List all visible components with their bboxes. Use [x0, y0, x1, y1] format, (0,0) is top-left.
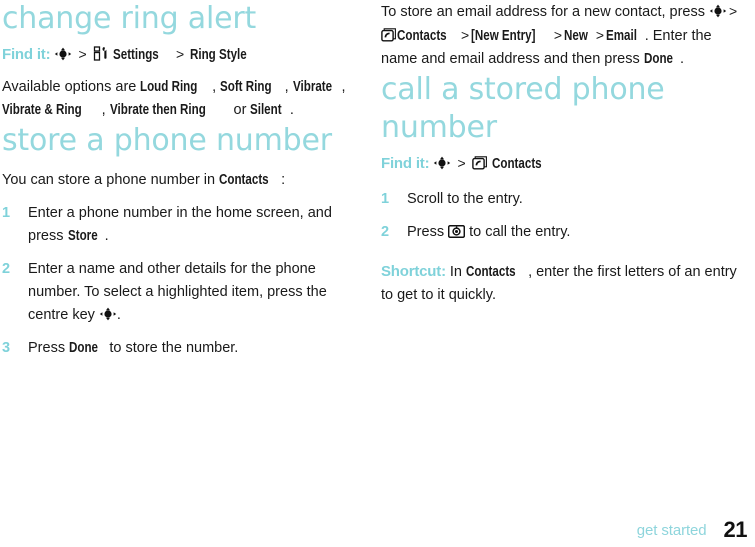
path-item-ring-style: Ring Style	[190, 47, 247, 63]
step-text-part: Enter a name and other details for the p…	[28, 261, 327, 323]
comma: ,	[284, 79, 293, 95]
centre-key-icon	[433, 156, 451, 170]
right-column: To store an email address for a new cont…	[377, 0, 754, 547]
shortcut-label: Shortcut:	[381, 263, 446, 280]
step-text: Enter a phone number in the home screen,…	[28, 202, 355, 248]
shortcut-paragraph: Shortcut: In Contacts, enter the first l…	[381, 260, 746, 307]
option-soft-ring: Soft Ring	[220, 79, 272, 95]
step-text: Enter a name and other details for the p…	[28, 258, 355, 327]
path-separator: >	[461, 27, 470, 43]
step-number: 2	[2, 261, 11, 277]
path-separator: >	[457, 155, 466, 171]
bold-contacts: Contacts	[466, 264, 516, 280]
page-footer: get started 21	[0, 511, 755, 541]
path-item-contacts: Contacts	[491, 156, 542, 172]
path-item-new: New	[564, 28, 588, 44]
path-separator: >	[78, 46, 87, 62]
shortcut-prefix: In	[445, 264, 467, 280]
step-text: Press to call the entry.	[407, 221, 746, 244]
find-it-label: Find it:	[2, 46, 51, 63]
path-separator: >	[175, 46, 185, 62]
comma: ,	[341, 79, 346, 95]
option-vibrate-and-ring: Vibrate & Ring	[2, 102, 82, 118]
step-text: Scroll to the entry.	[407, 191, 523, 207]
option-vibrate-then-ring: Vibrate then Ring	[109, 102, 206, 118]
step-text-part: Press	[28, 340, 70, 356]
store-intro-paragraph: You can store a phone number in Contacts…	[2, 169, 355, 192]
centre-key-icon	[99, 307, 117, 321]
intro-prefix: To store an email address for a new cont…	[381, 4, 710, 20]
email-contact-paragraph: To store an email address for a new cont…	[381, 0, 746, 71]
conjunction: or	[229, 102, 251, 118]
contacts-phone-icon	[381, 28, 397, 42]
list-item: 2 Enter a name and other details for the…	[2, 258, 355, 327]
find-it-ring-style: Find it: > Settings > Ring Style	[2, 45, 355, 65]
page-number: 21	[723, 517, 748, 542]
path-separator: >	[553, 27, 562, 43]
step-text-part: to call the entry.	[465, 224, 571, 240]
intro-suffix: :	[281, 172, 286, 188]
list-item: 2 Press to call the entry.	[381, 221, 746, 244]
step-number: 1	[2, 205, 11, 221]
option-loud-ring: Loud Ring	[140, 79, 198, 95]
comma: ,	[212, 79, 221, 95]
step-number: 3	[2, 340, 11, 356]
heading-store-a-phone-number: store a phone number	[2, 123, 332, 158]
list-item: 1 Enter a phone number in the home scree…	[2, 202, 355, 248]
list-item: 1 Scroll to the entry.	[381, 188, 746, 211]
path-item-new-entry: [New Entry]	[471, 28, 536, 44]
step-text-part: to store the number.	[105, 340, 239, 356]
find-it-label: Find it:	[381, 155, 430, 172]
path-separator: >	[729, 3, 738, 19]
intro-prefix: You can store a phone number in	[2, 172, 220, 188]
centre-key-icon	[709, 4, 727, 18]
list-item: 3 Press Done to store the number.	[2, 337, 355, 360]
send-call-key-icon	[448, 225, 466, 238]
period: .	[289, 102, 294, 118]
period: .	[116, 307, 121, 323]
comma: ,	[101, 102, 110, 118]
footer-section-label: get started	[636, 522, 707, 539]
path-item-email: Email	[606, 28, 637, 44]
period: .	[104, 228, 109, 244]
path-item-contacts: Contacts	[397, 28, 447, 44]
heading-change-ring-alert: change ring alert	[2, 1, 257, 36]
option-vibrate: Vibrate	[292, 79, 332, 95]
bold-store: Store	[67, 228, 98, 244]
step-text-part: Press	[407, 224, 449, 240]
step-number: 1	[381, 191, 390, 207]
period: .	[680, 51, 685, 67]
options-prefix: Available options are	[2, 79, 141, 95]
bold-done: Done	[69, 340, 99, 356]
manual-page: change ring alert Find it: > Settings > …	[0, 0, 755, 547]
path-separator: >	[595, 27, 605, 43]
call-steps-list: 1 Scroll to the entry. 2 Press to call t…	[381, 188, 746, 244]
centre-key-icon	[54, 47, 72, 61]
settings-tools-icon	[93, 46, 109, 61]
heading-call-a-stored-phone-number: call a stored phone number	[381, 72, 665, 145]
find-it-contacts: Find it: > Contacts	[381, 154, 746, 174]
bold-done: Done	[643, 51, 673, 67]
option-silent: Silent	[250, 102, 283, 118]
ring-options-paragraph: Available options are Loud Ring, Soft Ri…	[2, 76, 355, 122]
step-number: 2	[381, 224, 390, 240]
contacts-phone-icon	[471, 156, 488, 170]
path-item-settings: Settings	[112, 47, 159, 63]
intro-bold-contacts: Contacts	[219, 172, 269, 188]
step-text: Press Done to store the number.	[28, 337, 355, 360]
left-column: change ring alert Find it: > Settings > …	[0, 0, 377, 547]
store-steps-list: 1 Enter a phone number in the home scree…	[2, 202, 355, 360]
